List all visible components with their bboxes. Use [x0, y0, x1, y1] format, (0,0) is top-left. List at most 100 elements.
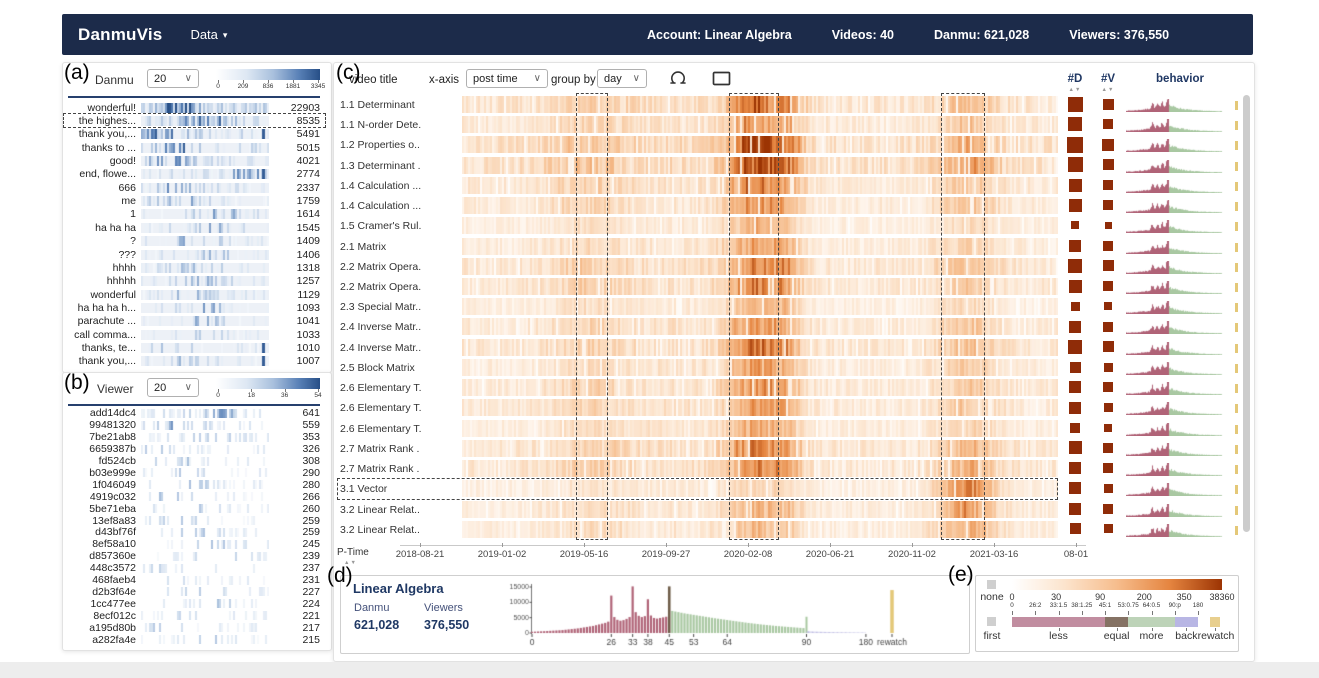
viewer-count-square	[1103, 341, 1114, 352]
viewer-row[interactable]: 1f046049280	[64, 479, 320, 491]
rewatch-tick	[1235, 445, 1238, 454]
danmu-count-select[interactable]: 20 ∨	[147, 69, 199, 88]
danmu-row[interactable]: thanks, te...1010	[64, 341, 320, 354]
danmu-row[interactable]: call comma...1033	[64, 328, 320, 341]
danmu-selection-box[interactable]	[63, 113, 326, 128]
video-title[interactable]: 1.1 Determinant	[340, 99, 460, 111]
scrollbar[interactable]	[1243, 95, 1250, 532]
video-title[interactable]: 2.6 Elementary T.	[340, 382, 460, 394]
danmu-count: 5015	[269, 142, 320, 154]
video-title[interactable]: 1.2 Properties o..	[340, 139, 460, 151]
time-brush-box-3[interactable]	[941, 93, 985, 540]
danmu-row[interactable]: ha ha ha h...1093	[64, 301, 320, 314]
behavior-sparkline	[1126, 139, 1226, 152]
danmu-count-column-header[interactable]: #D	[1063, 73, 1087, 85]
viewer-legend-tick: 54	[305, 392, 331, 400]
danmu-row[interactable]: ?1409	[64, 235, 320, 248]
first-label: first	[975, 630, 1009, 642]
groupby-select[interactable]: day ∨	[597, 69, 647, 88]
video-title[interactable]: 1.5 Cramer's Rul.	[340, 220, 460, 232]
danmu-row[interactable]: 11614	[64, 208, 320, 221]
viewer-row[interactable]: 7be21ab8353	[64, 431, 320, 443]
video-title[interactable]: 2.3 Special Matr..	[340, 301, 460, 313]
video-title[interactable]: 1.1 N-order Dete.	[340, 119, 460, 131]
danmu-row[interactable]: thank you,...5491	[64, 128, 320, 141]
danmu-row[interactable]: hhhh1318	[64, 261, 320, 274]
viewer-row[interactable]: a282fa4e215	[64, 634, 320, 646]
viewer-row[interactable]: a195d80b217	[64, 622, 320, 634]
danmu-strip-chart	[141, 223, 269, 233]
sort-icons[interactable]: ▲▼	[1096, 87, 1120, 93]
danmu-count: 1759	[269, 195, 320, 207]
viewer-row[interactable]: 448c3572237	[64, 562, 320, 574]
viewer-row[interactable]: fd524cb308	[64, 455, 320, 467]
viewer-id: 7be21ab8	[64, 431, 141, 443]
sort-icons[interactable]: ▲▼	[1063, 87, 1087, 93]
video-title[interactable]: 3.2 Linear Relat..	[340, 524, 460, 536]
viewer-row[interactable]: 4919c032266	[64, 491, 320, 503]
danmu-count-square	[1069, 503, 1081, 515]
danmu-row[interactable]: end, flowe...2774	[64, 168, 320, 181]
danmu-row[interactable]: thank you,...1007	[64, 355, 320, 368]
video-title[interactable]: 3.2 Linear Relat..	[340, 504, 460, 516]
danmu-row[interactable]: parachute ...1041	[64, 315, 320, 328]
data-menu-button[interactable]: Data ▾	[190, 27, 227, 42]
danmu-row[interactable]: hhhhh1257	[64, 275, 320, 288]
viewer-count-square	[1102, 139, 1114, 151]
time-brush-box-2[interactable]	[729, 93, 779, 540]
behavior-sparkline	[1126, 160, 1226, 173]
video-row-selection-box[interactable]	[337, 478, 1058, 501]
video-title[interactable]: 1.3 Determinant .	[340, 160, 460, 172]
viewer-count-column-header[interactable]: #V	[1096, 73, 1120, 85]
viewer-strip-chart	[141, 540, 269, 549]
behavior-scale-tick-mark	[1059, 611, 1060, 615]
video-title[interactable]: 1.4 Calculation ...	[340, 180, 460, 192]
video-title[interactable]: 2.4 Inverse Matr..	[340, 321, 460, 333]
danmu-row[interactable]: 6662337	[64, 181, 320, 194]
video-title[interactable]: 2.2 Matrix Opera.	[340, 281, 460, 293]
account-stat: Account: Linear Algebra	[647, 28, 792, 42]
danmu-row[interactable]: thanks to ...5015	[64, 141, 320, 154]
viewer-row[interactable]: d857360e239	[64, 550, 320, 562]
rewatch-tick	[1235, 465, 1238, 474]
danmu-row[interactable]: good!4021	[64, 154, 320, 167]
viewer-row[interactable]: 6659387b326	[64, 443, 320, 455]
viewer-row[interactable]: add14dc4641	[64, 408, 320, 420]
danmu-row[interactable]: me1759	[64, 194, 320, 207]
viewer-row[interactable]: 5be71eba260	[64, 503, 320, 515]
video-title[interactable]: 2.6 Elementary T.	[340, 423, 460, 435]
rect-select-icon[interactable]	[712, 71, 732, 92]
danmu-row[interactable]: ha ha ha1545	[64, 221, 320, 234]
viewer-strip-chart	[141, 445, 269, 454]
danmu-count-square	[1069, 482, 1081, 494]
video-title[interactable]: 2.1 Matrix	[340, 241, 460, 253]
video-title[interactable]: 2.7 Matrix Rank .	[340, 443, 460, 455]
danmu-strip-chart	[141, 196, 269, 206]
viewer-row[interactable]: 99481320559	[64, 419, 320, 431]
viewer-row[interactable]: 13ef8a83259	[64, 515, 320, 527]
video-title[interactable]: 2.2 Matrix Opera.	[340, 261, 460, 273]
video-title[interactable]: 2.6 Elementary T.	[340, 402, 460, 414]
viewer-row[interactable]: 8ef58a10245	[64, 538, 320, 550]
danmu-row[interactable]: wonderful!22903	[64, 101, 320, 114]
rewatch-tick	[1235, 344, 1238, 353]
viewer-row[interactable]: d2b3f64e227	[64, 586, 320, 598]
video-title[interactable]: 2.4 Inverse Matr..	[340, 342, 460, 354]
video-title[interactable]: 1.4 Calculation ...	[340, 200, 460, 212]
danmu-row[interactable]: ???1406	[64, 248, 320, 261]
viewer-count-select[interactable]: 20 ∨	[147, 378, 199, 397]
time-brush-box-1[interactable]	[576, 93, 608, 540]
video-title[interactable]: 2.5 Block Matrix	[340, 362, 460, 374]
viewer-row[interactable]: b03e999e290	[64, 467, 320, 479]
xaxis-select[interactable]: post time ∨	[466, 69, 548, 88]
viewer-row[interactable]: d43bf76f259	[64, 527, 320, 539]
danmu-row[interactable]: wonderful1129	[64, 288, 320, 301]
video-title[interactable]: 2.7 Matrix Rank .	[340, 463, 460, 475]
viewer-row[interactable]: 8ecf012c221	[64, 610, 320, 622]
rotate-lasso-icon[interactable]	[666, 68, 690, 93]
danmu-count: 1041	[269, 315, 320, 327]
viewer-row[interactable]: 468faeb4231	[64, 574, 320, 586]
viewer-row[interactable]: 1cc477ee224	[64, 598, 320, 610]
panel-e-tag: (e)	[948, 563, 974, 587]
danmu-count-square	[1068, 117, 1082, 131]
